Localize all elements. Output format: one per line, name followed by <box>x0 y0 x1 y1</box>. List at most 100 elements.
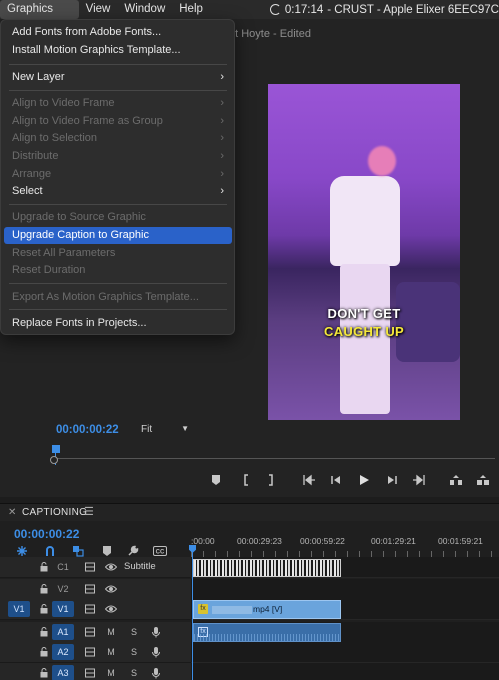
fx-badge-icon: fx <box>198 604 208 614</box>
track-a3: A3 M S <box>0 663 499 680</box>
mute-button[interactable]: M <box>105 646 117 658</box>
track-lane[interactable] <box>191 579 499 600</box>
audio-clip[interactable]: fx <box>193 623 341 642</box>
add-marker-icon[interactable] <box>101 545 113 557</box>
extract-button[interactable] <box>476 474 490 488</box>
step-forward-button[interactable] <box>386 474 398 488</box>
marker-icon <box>212 475 220 485</box>
timeline-tab[interactable]: CAPTIONING <box>22 507 87 518</box>
scrub-bar[interactable] <box>55 458 495 459</box>
video-clip[interactable]: fx mp4 [V] <box>193 600 341 619</box>
solo-button[interactable]: S <box>128 626 140 638</box>
eye-icon[interactable] <box>105 603 117 615</box>
mark-in-button[interactable] <box>241 474 251 488</box>
track-lane[interactable] <box>191 642 499 663</box>
track-lane[interactable]: fx <box>191 622 499 643</box>
mute-button[interactable]: M <box>105 626 117 638</box>
caption-line-1[interactable]: DON'T GET <box>268 306 460 321</box>
menu-item-reset-all-parameters: Reset All Parameters <box>12 247 116 259</box>
close-icon[interactable]: ✕ <box>8 507 16 518</box>
menu-view[interactable]: View <box>79 0 118 19</box>
chevron-right-icon: › <box>220 71 224 83</box>
redacted-filename <box>212 605 252 614</box>
add-marker-button[interactable] <box>211 474 221 488</box>
lift-icon <box>450 475 462 485</box>
sync-lock-icon[interactable] <box>84 646 96 658</box>
snap-magnet-icon[interactable] <box>44 545 56 557</box>
track-header: A1 M S <box>0 622 191 643</box>
chevron-down-icon: ▼ <box>181 424 189 433</box>
caption-line-2[interactable]: CAUGHT UP <box>268 324 460 339</box>
menu-separator <box>9 90 227 91</box>
sync-lock-icon[interactable] <box>84 667 96 679</box>
playhead-marker[interactable] <box>52 445 60 453</box>
program-timecode[interactable]: 00:00:00:22 <box>56 424 119 436</box>
track-lane[interactable] <box>191 663 499 680</box>
document-title: ot Hoyte - Edited <box>229 28 311 40</box>
sync-lock-icon[interactable] <box>84 561 96 573</box>
in-point-circle[interactable] <box>50 456 58 464</box>
track-target[interactable]: V2 <box>52 581 74 597</box>
recording-indicator[interactable]: 0:17:14 <box>269 4 323 16</box>
menu-item-upgrade-to-source-graphic: Upgrade to Source Graphic <box>12 211 146 223</box>
eye-icon[interactable] <box>105 583 117 595</box>
menu-item-upgrade-caption-to-graphic[interactable]: Upgrade Caption to Graphic <box>4 227 232 244</box>
lock-icon[interactable] <box>40 627 48 637</box>
zoom-fit-select[interactable]: Fit ▼ <box>141 424 191 437</box>
track-target[interactable]: C1 <box>52 559 74 575</box>
menu-item-select[interactable]: Select › <box>4 183 232 200</box>
track-target[interactable]: A3 <box>52 665 74 680</box>
microphone-icon[interactable] <box>150 646 162 658</box>
solo-button[interactable]: S <box>128 667 140 679</box>
chevron-right-icon: › <box>220 150 224 162</box>
go-to-in-button[interactable] <box>302 474 316 488</box>
time-ruler[interactable]: :00:00 00:00:29:23 00:00:59:22 00:01:29:… <box>191 536 499 558</box>
source-patch[interactable]: V1 <box>8 601 30 617</box>
video-frame[interactable]: DON'T GET CAUGHT UP <box>268 84 460 420</box>
lift-button[interactable] <box>449 474 463 488</box>
linked-selection-icon[interactable] <box>72 545 84 557</box>
menu-graphics-and-titles[interactable]: Graphics and Titles <box>0 0 79 34</box>
lock-icon[interactable] <box>40 562 48 572</box>
play-button[interactable] <box>358 474 370 488</box>
panel-menu-icon[interactable]: ☰ <box>84 505 94 518</box>
sync-lock-icon[interactable] <box>84 603 96 615</box>
lock-icon[interactable] <box>40 647 48 657</box>
menu-window[interactable]: Window <box>117 0 172 19</box>
track-lane[interactable]: fx mp4 [V] <box>191 599 499 620</box>
lock-icon[interactable] <box>40 668 48 678</box>
track-lane[interactable] <box>191 557 499 578</box>
track-target[interactable]: A1 <box>52 624 74 640</box>
menu-item-add-fonts[interactable]: Add Fonts from Adobe Fonts... <box>4 24 232 41</box>
lock-icon[interactable] <box>40 604 48 614</box>
menu-item-reset-duration: Reset Duration <box>12 264 86 276</box>
nest-toggle-icon[interactable] <box>16 545 28 557</box>
menu-item-new-layer[interactable]: New Layer › <box>4 69 232 86</box>
menu-help[interactable]: Help <box>172 0 210 19</box>
track-target[interactable]: A2 <box>52 644 74 660</box>
go-to-out-button[interactable] <box>412 474 426 488</box>
caption-clips[interactable] <box>193 559 341 577</box>
audio-waveform <box>194 634 340 641</box>
microphone-icon[interactable] <box>150 667 162 679</box>
track-target[interactable]: V1 <box>52 601 74 617</box>
step-back-button[interactable] <box>330 474 342 488</box>
menu-item-install-mogrt[interactable]: Install Motion Graphics Template... <box>4 42 232 59</box>
wrench-settings-icon[interactable] <box>127 545 139 557</box>
track-header: V2 <box>0 579 191 600</box>
mark-out-button[interactable] <box>266 474 276 488</box>
timeline-timecode[interactable]: 00:00:00:22 <box>14 527 79 541</box>
track-header: C1 Subtitle <box>0 557 191 578</box>
menu-item-replace-fonts[interactable]: Replace Fonts in Projects... <box>4 315 232 332</box>
lock-icon[interactable] <box>40 584 48 594</box>
solo-button[interactable]: S <box>128 646 140 658</box>
captions-cc-icon[interactable]: CC <box>153 545 167 557</box>
extract-icon <box>477 475 489 485</box>
eye-icon[interactable] <box>105 561 117 573</box>
sync-lock-icon[interactable] <box>84 626 96 638</box>
blurred-face <box>368 146 396 176</box>
timeline-playhead[interactable] <box>192 548 193 680</box>
microphone-icon[interactable] <box>150 626 162 638</box>
sync-lock-icon[interactable] <box>84 583 96 595</box>
mute-button[interactable]: M <box>105 667 117 679</box>
